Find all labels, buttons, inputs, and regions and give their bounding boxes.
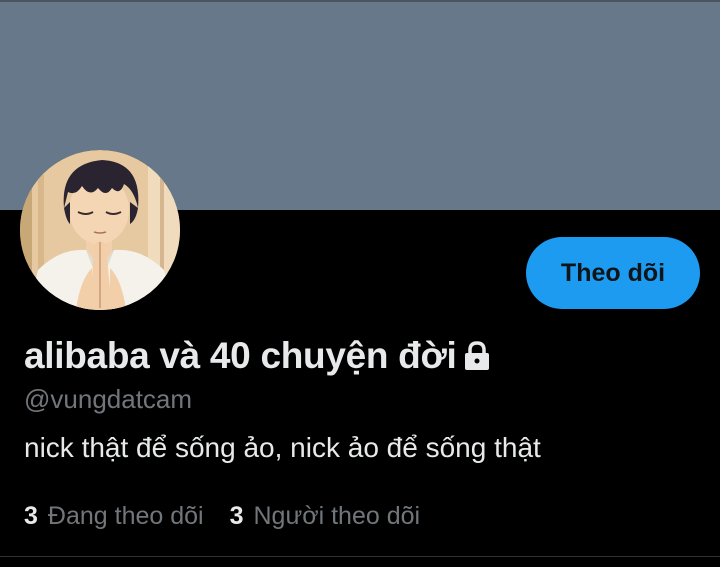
following-link[interactable]: 3 Đang theo dõi [24, 502, 204, 531]
avatar-illustration [20, 150, 180, 310]
display-name: alibaba và 40 chuyện đời [24, 335, 457, 376]
bottom-divider [0, 556, 720, 557]
display-name-row: alibaba và 40 chuyện đời [24, 332, 492, 380]
profile-stats: 3 Đang theo dõi 3 Người theo dõi [24, 502, 420, 531]
avatar[interactable] [20, 150, 180, 310]
followers-count: 3 [229, 502, 244, 530]
followers-label: Người theo dõi [253, 502, 421, 530]
followers-link[interactable]: 3 Người theo dõi [230, 502, 420, 531]
profile-page: Theo dõi alibaba và 40 chuyện đời @vungd… [0, 0, 720, 567]
username-handle: @vungdatcam [24, 384, 193, 414]
follow-button-label: Theo dõi [560, 258, 666, 287]
following-label: Đang theo dõi [47, 502, 204, 530]
following-count: 3 [24, 502, 38, 530]
profile-bio: nick thật để sống ảo, nick ảo để sống th… [24, 432, 541, 463]
lock-icon [462, 340, 492, 372]
follow-button[interactable]: Theo dõi [526, 237, 700, 309]
